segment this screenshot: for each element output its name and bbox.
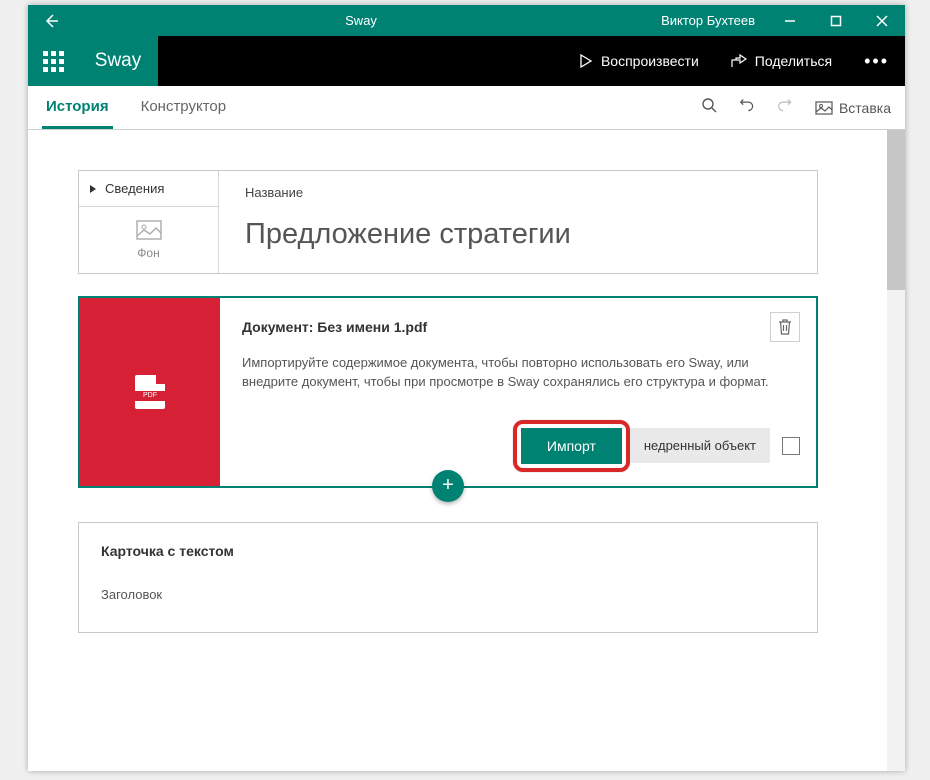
waffle-icon [43,51,64,72]
tab-story[interactable]: История [42,86,113,129]
background-button[interactable]: Фон [136,207,162,273]
more-button[interactable]: ••• [848,51,905,72]
embed-checkbox[interactable] [782,437,800,455]
embed-button[interactable]: недренный объект [630,428,770,463]
delete-button[interactable] [770,312,800,342]
document-card[interactable]: PDF Документ: Без имени 1.pdf Импортируй… [78,296,818,488]
title-card-main: Название Предложение стратегии [219,171,817,273]
tab-design[interactable]: Конструктор [137,86,231,129]
play-icon [579,54,593,68]
share-button[interactable]: Поделиться [715,36,848,86]
username-label[interactable]: Виктор Бухтеев [649,13,767,28]
insert-label: Вставка [839,100,891,116]
redo-button[interactable] [777,97,793,118]
document-card-body: Документ: Без имени 1.pdf Импортируйте с… [220,298,816,486]
title-card-sidebar: Сведения Фон [79,171,219,273]
background-label: Фон [137,246,159,260]
content-area: Сведения Фон Название Предложение страте… [28,130,905,771]
app-header: Sway Воспроизвести Поделиться ••• [28,36,905,86]
maximize-button[interactable] [813,5,859,36]
plus-icon: + [442,474,454,497]
minimize-button[interactable] [767,5,813,36]
app-name-tab[interactable]: Sway [78,36,158,86]
redo-icon [777,97,793,113]
scrollbar-thumb[interactable] [887,130,905,290]
trash-icon [778,319,792,335]
back-button[interactable] [28,5,73,36]
search-button[interactable] [701,97,717,118]
app-title: Sway [73,13,649,28]
app-window: Sway Виктор Бухтеев Sway Воспроизвести П… [28,5,905,771]
scrollbar-track[interactable] [887,130,905,771]
caret-right-icon [89,184,97,194]
pdf-badge: PDF [135,391,165,401]
title-card[interactable]: Сведения Фон Название Предложение страте… [78,170,818,274]
insert-button[interactable]: Вставка [815,100,891,116]
app-launcher-button[interactable] [28,36,78,86]
share-icon [731,54,747,68]
import-highlight: Импорт [513,420,630,472]
document-description: Импортируйте содержимое документа, чтобы… [242,354,800,392]
details-label: Сведения [105,181,164,196]
toolbar: История Конструктор Вставка [28,86,905,130]
insert-icon [815,101,833,115]
title-input[interactable]: Предложение стратегии [245,218,791,251]
details-toggle[interactable]: Сведения [79,171,218,207]
image-icon [136,220,162,240]
pdf-thumbnail: PDF [80,298,220,486]
play-button[interactable]: Воспроизвести [563,36,715,86]
text-card-header: Карточка с текстом [101,543,795,559]
document-title: Документ: Без имени 1.pdf [242,319,427,335]
close-button[interactable] [859,5,905,36]
undo-button[interactable] [739,97,755,118]
add-card-button[interactable]: + [432,470,464,502]
text-card-heading-input[interactable]: Заголовок [101,587,795,602]
document-actions: Импорт недренный объект [242,420,800,472]
text-card[interactable]: Карточка с текстом Заголовок [78,522,818,633]
actions-bar: Воспроизвести Поделиться ••• [158,36,905,86]
titlebar: Sway Виктор Бухтеев [28,5,905,36]
share-label: Поделиться [755,53,832,69]
title-field-label: Название [245,185,791,200]
search-icon [701,97,717,113]
play-label: Воспроизвести [601,53,699,69]
import-button[interactable]: Импорт [521,428,622,464]
undo-icon [739,97,755,113]
pdf-file-icon: PDF [135,375,165,409]
